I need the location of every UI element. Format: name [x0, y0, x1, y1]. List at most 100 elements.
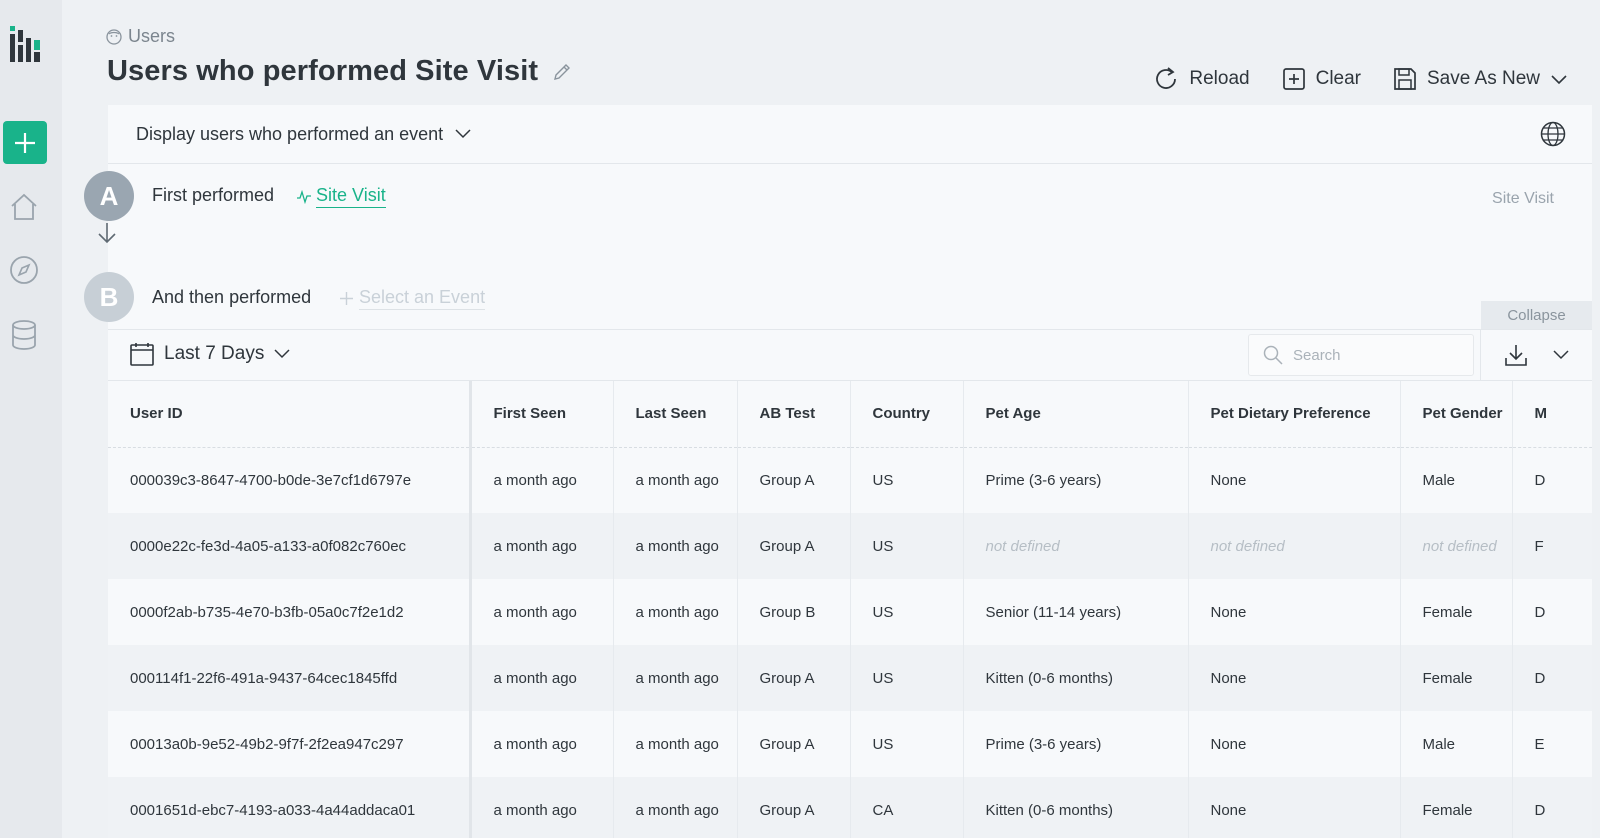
- table-cell: D: [1512, 579, 1592, 645]
- search-input[interactable]: [1293, 346, 1453, 364]
- date-range-label: Last 7 Days: [164, 343, 265, 364]
- table-cell: Kitten (0-6 months): [963, 777, 1189, 838]
- table-cell: None: [1188, 447, 1401, 513]
- chevron-down-icon[interactable]: [1550, 73, 1568, 85]
- explore-nav[interactable]: [8, 254, 40, 286]
- arrow-down-icon: [98, 223, 116, 244]
- table-cell: Group A: [737, 777, 851, 838]
- select-event-label: Select an Event: [359, 287, 486, 310]
- column-header[interactable]: User ID: [108, 381, 472, 448]
- app-logo-icon[interactable]: [10, 26, 42, 62]
- date-range-select[interactable]: Last 7 Days: [130, 342, 290, 366]
- column-header[interactable]: Last Seen: [613, 381, 738, 448]
- step-a-label: First performed: [152, 185, 275, 205]
- table-cell: not defined: [963, 513, 1189, 579]
- compass-icon: [10, 256, 38, 284]
- clear-button[interactable]: Clear: [1282, 67, 1361, 91]
- table-cell: 00013a0b-9e52-49b2-9f7f-2f2ea947c297: [108, 711, 472, 777]
- reload-label: Reload: [1189, 68, 1250, 89]
- new-file-icon: [1282, 68, 1305, 90]
- users-table: User ID First Seen Last Seen AB Test Cou…: [108, 381, 1592, 838]
- column-header[interactable]: First Seen: [470, 381, 614, 448]
- table-row[interactable]: 000039c3-8647-4700-b0de-3e7cf1d6797e a m…: [108, 447, 1592, 513]
- table-cell: D: [1512, 645, 1592, 711]
- table-cell: None: [1188, 711, 1401, 777]
- table-cell: a month ago: [470, 777, 614, 838]
- table-cell: a month ago: [470, 513, 614, 579]
- data-nav[interactable]: [8, 319, 40, 351]
- table-cell: 0000f2ab-b735-4e70-b3fb-05a0c7f2e1d2: [108, 579, 472, 645]
- table-row[interactable]: 00013a0b-9e52-49b2-9f7f-2f2ea947c297 a m…: [108, 711, 1592, 777]
- table-cell: a month ago: [470, 645, 614, 711]
- plus-icon: [15, 132, 35, 153]
- table-cell: Group A: [737, 711, 851, 777]
- table-row[interactable]: 0001651d-ebc7-4193-a033-4a44addaca01 a m…: [108, 777, 1592, 838]
- page-title-row: Users who performed Site Visit: [107, 55, 572, 88]
- table-cell: Female: [1400, 777, 1513, 838]
- table-cell: US: [850, 447, 964, 513]
- table-cell: Group B: [737, 579, 851, 645]
- table-cell: a month ago: [613, 777, 738, 838]
- table-cell: US: [850, 579, 964, 645]
- chevron-down-icon[interactable]: [1553, 350, 1569, 360]
- step-b-badge: B: [84, 272, 134, 322]
- home-nav[interactable]: [8, 191, 40, 223]
- column-header[interactable]: M: [1512, 381, 1592, 448]
- step-a-badge: A: [84, 171, 134, 221]
- calendar-icon: [130, 343, 154, 366]
- table-cell: D: [1512, 777, 1592, 838]
- display-mode-select[interactable]: Display users who performed an event: [136, 124, 471, 145]
- table-cell: Kitten (0-6 months): [963, 645, 1189, 711]
- export-controls: [1480, 330, 1592, 380]
- table-cell: a month ago: [470, 447, 614, 513]
- table-row[interactable]: 000114f1-22f6-491a-9437-64cec1845ffd a m…: [108, 645, 1592, 711]
- reload-button[interactable]: Reload: [1153, 66, 1250, 92]
- table-cell: not defined: [1400, 513, 1513, 579]
- reload-icon: [1156, 67, 1177, 89]
- table-row[interactable]: 0000e22c-fe3d-4a05-a133-a0f082c760ec a m…: [108, 513, 1592, 579]
- table-cell: not defined: [1188, 513, 1401, 579]
- table-cell: US: [850, 513, 964, 579]
- save-label: Save As New: [1427, 68, 1540, 89]
- column-header[interactable]: Country: [850, 381, 964, 448]
- save-as-new-button[interactable]: Save As New: [1393, 67, 1568, 91]
- page-title: Users who performed Site Visit: [107, 55, 539, 87]
- table-cell: a month ago: [613, 579, 738, 645]
- table-cell: Group A: [737, 645, 851, 711]
- home-icon: [11, 193, 37, 220]
- table-cell: Senior (11-14 years): [963, 579, 1189, 645]
- new-report-button[interactable]: [3, 121, 47, 164]
- download-icon[interactable]: [1504, 343, 1528, 367]
- collapse-button[interactable]: Collapse: [1481, 301, 1592, 330]
- column-header[interactable]: AB Test: [737, 381, 851, 448]
- table-cell: F: [1512, 513, 1592, 579]
- step-a-event: Site Visit: [316, 185, 386, 208]
- globe-icon[interactable]: [1540, 121, 1566, 147]
- table-cell: Group A: [737, 447, 851, 513]
- table-cell: 000039c3-8647-4700-b0de-3e7cf1d6797e: [108, 447, 472, 513]
- chevron-down-icon: [274, 349, 290, 359]
- table-toolbar: Last 7 Days: [108, 329, 1592, 381]
- pencil-icon[interactable]: [552, 62, 572, 82]
- breadcrumb[interactable]: Users: [106, 26, 175, 47]
- table-cell: a month ago: [613, 645, 738, 711]
- select-event-button[interactable]: Select an Event: [340, 287, 486, 310]
- clear-label: Clear: [1315, 68, 1361, 89]
- query-header: Display users who performed an event: [108, 105, 1592, 164]
- step-b-label: And then performed: [152, 287, 312, 307]
- column-header[interactable]: Pet Dietary Preference: [1188, 381, 1401, 448]
- activity-icon: [297, 189, 311, 204]
- table-cell: Prime (3-6 years): [963, 711, 1189, 777]
- table-row[interactable]: 0000f2ab-b735-4e70-b3fb-05a0c7f2e1d2 a m…: [108, 579, 1592, 645]
- step-a-event-link[interactable]: Site Visit: [296, 185, 386, 208]
- table-cell: Female: [1400, 579, 1513, 645]
- table-cell: 000114f1-22f6-491a-9437-64cec1845ffd: [108, 645, 472, 711]
- table-cell: Prime (3-6 years): [963, 447, 1189, 513]
- search-icon: [1263, 345, 1283, 365]
- table-cell: Male: [1400, 711, 1513, 777]
- table-cell: None: [1188, 777, 1401, 838]
- column-header[interactable]: Pet Gender: [1400, 381, 1513, 448]
- column-header[interactable]: Pet Age: [963, 381, 1189, 448]
- table-cell: None: [1188, 579, 1401, 645]
- table-cell: D: [1512, 447, 1592, 513]
